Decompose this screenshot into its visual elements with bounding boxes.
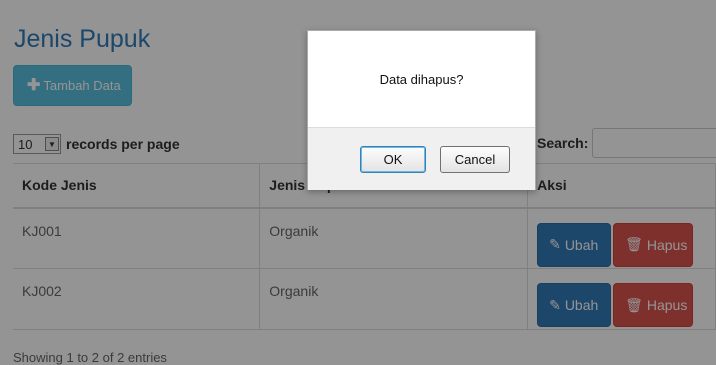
ok-button[interactable]: OK xyxy=(360,146,426,173)
dialog-footer: OK Cancel xyxy=(308,127,535,190)
cancel-button[interactable]: Cancel xyxy=(440,146,510,173)
dialog-message: Data dihapus? xyxy=(379,71,464,87)
confirm-dialog: Data dihapus? OK Cancel xyxy=(307,30,536,190)
